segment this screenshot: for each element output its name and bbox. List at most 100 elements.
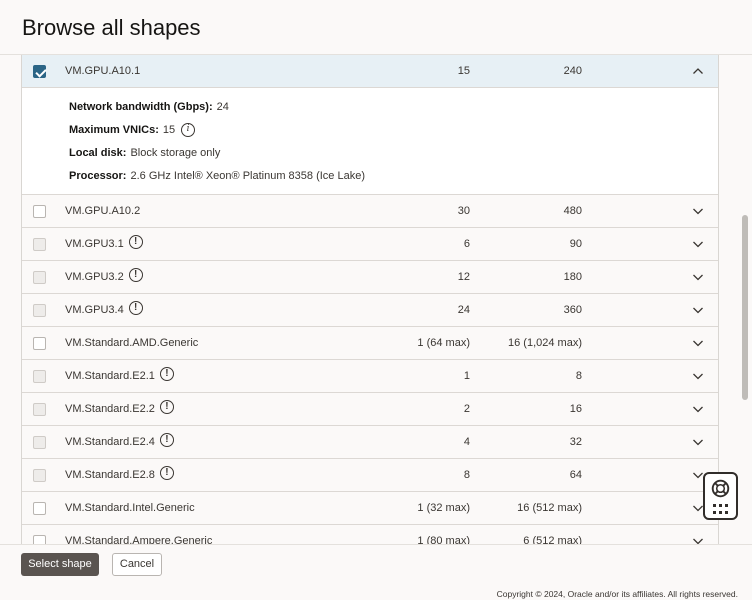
memory-value: 32 [569, 436, 582, 448]
ocpu-count: 2 [464, 403, 470, 415]
maximum-vnics-value: 15 [162, 124, 176, 136]
shape-name: VM.Standard.E2.8! [65, 465, 174, 481]
chevron-down-icon[interactable] [692, 403, 704, 415]
ocpu-max: (80 max) [426, 535, 470, 544]
ocpu-value: 1 [463, 370, 470, 382]
shape-name-label: VM.GPU3.4 [65, 304, 124, 316]
shape-name: VM.GPU3.2! [65, 267, 143, 283]
memory-value: 16 [517, 502, 530, 514]
memory-max: (512 max) [532, 535, 582, 544]
row-checkbox[interactable] [33, 502, 46, 515]
shape-name-label: VM.GPU.A10.2 [65, 205, 141, 217]
grid-icon [713, 504, 729, 515]
ocpu-count: 30 [458, 205, 470, 217]
ocpu-count: 12 [458, 271, 470, 283]
table-row[interactable]: VM.GPU.A10.2 30 480 [22, 195, 718, 228]
chevron-down-icon[interactable] [692, 370, 704, 382]
row-checkbox [33, 238, 46, 251]
network-bandwidth-label: Network bandwidth (Gbps): [69, 101, 213, 113]
copyright-text: Copyright © 2024, Oracle and/or its affi… [496, 589, 738, 599]
ocpu-value: 4 [463, 436, 470, 448]
chevron-down-icon[interactable] [692, 304, 704, 316]
ocpu-value: 24 [457, 304, 470, 316]
memory-value: 6 [523, 535, 530, 544]
shape-name: VM.Standard.E2.4! [65, 432, 174, 448]
row-checkbox[interactable] [33, 535, 46, 544]
row-checkbox [33, 436, 46, 449]
exclamation-circle-icon[interactable]: ! [128, 234, 143, 249]
row-checkbox [33, 403, 46, 416]
local-disk-label: Local disk: [69, 147, 127, 159]
memory-value: 64 [569, 469, 582, 481]
shape-name: VM.Standard.E2.1! [65, 366, 174, 382]
ocpu-value: 1 [417, 337, 424, 349]
exclamation-circle-icon[interactable]: ! [159, 399, 174, 414]
memory-amount: 6 (512 max) [523, 535, 582, 544]
help-widget[interactable] [703, 472, 738, 520]
memory-value: 16 [507, 337, 521, 349]
chevron-down-icon[interactable] [692, 205, 704, 217]
cancel-button[interactable]: Cancel [112, 553, 162, 576]
ocpu-value: 12 [457, 271, 470, 283]
ocpu-count: 6 [464, 238, 470, 250]
shape-name: VM.Standard.E2.2! [65, 399, 174, 415]
memory-value: 8 [575, 370, 582, 382]
row-checkbox[interactable] [33, 337, 46, 350]
row-checkbox[interactable] [33, 65, 46, 78]
chevron-up-icon[interactable] [692, 65, 704, 77]
chevron-down-icon[interactable] [692, 271, 704, 283]
chevron-down-icon[interactable] [692, 238, 704, 250]
chevron-down-icon[interactable] [692, 337, 704, 349]
exclamation-circle-icon[interactable]: ! [128, 300, 143, 315]
table-row[interactable]: VM.GPU.A10.1 15 240 [22, 55, 718, 88]
memory-value: 360 [563, 304, 582, 316]
shape-details: Network bandwidth (Gbps): 24 Maximum VNICs… [22, 88, 718, 195]
ocpu-value: 30 [457, 205, 470, 217]
shape-name: VM.GPU3.4! [65, 300, 143, 316]
table-row[interactable]: VM.Standard.E2.8! 8 64 [22, 459, 718, 492]
ocpu-count: 8 [464, 469, 470, 481]
shape-name: VM.GPU.A10.1 [65, 65, 140, 77]
exclamation-circle-icon[interactable]: ! [159, 432, 174, 447]
exclamation-circle-icon[interactable]: ! [159, 366, 174, 381]
memory-amount: 16 [570, 403, 582, 415]
ocpu-count: 1 (80 max) [417, 535, 470, 544]
table-row[interactable]: VM.Standard.E2.4! 4 32 [22, 426, 718, 459]
table-row[interactable]: VM.Standard.Ampere.Generic 1 (80 max) 6 (5… [22, 525, 718, 544]
table-row[interactable]: VM.Standard.E2.2! 2 16 [22, 393, 718, 426]
memory-value: 180 [563, 271, 582, 283]
row-checkbox[interactable] [33, 205, 46, 218]
ocpu-count: 1 [464, 370, 470, 382]
shape-name-label: VM.GPU.A10.1 [65, 65, 141, 77]
row-checkbox [33, 370, 46, 383]
shapes-list-area[interactable]: VM.GPU.A10.1 15 240 Network bandwidth (Gbps… [0, 55, 740, 544]
ocpu-value: 6 [463, 238, 470, 250]
exclamation-circle-icon[interactable]: ! [128, 267, 143, 282]
table-row[interactable]: VM.Standard.AMD.Generic 1 (64 max) 16 (1,0… [22, 327, 718, 360]
info-circle-icon[interactable]: i [181, 123, 196, 137]
table-row[interactable]: VM.Standard.Intel.Generic 1 (32 max) 16 (5… [22, 492, 718, 525]
table-row[interactable]: VM.GPU3.4! 24 360 [22, 294, 718, 327]
memory-value: 480 [563, 205, 582, 217]
table-row[interactable]: VM.Standard.E2.1! 1 8 [22, 360, 718, 393]
processor-value: 2.6 GHz Intel® Xeon® Platinum 8358 (Ice … [130, 170, 365, 182]
chevron-down-icon[interactable] [692, 535, 704, 544]
shape-name: VM.Standard.Intel.Generic [65, 502, 195, 514]
chevron-down-icon[interactable] [692, 436, 704, 448]
lifebuoy-icon [711, 479, 730, 498]
shape-name-label: VM.Standard.Intel.Generic [65, 502, 195, 514]
shape-name-label: VM.Standard.E2.2 [65, 403, 155, 415]
row-checkbox [33, 271, 46, 284]
memory-amount: 32 [570, 436, 582, 448]
scrollbar[interactable] [742, 215, 748, 400]
shape-name: VM.GPU3.1! [65, 234, 143, 250]
select-shape-button[interactable]: Select shape [21, 553, 99, 576]
table-row[interactable]: VM.GPU3.2! 12 180 [22, 261, 718, 294]
processor-label: Processor: [69, 170, 127, 182]
ocpu-count: 24 [458, 304, 470, 316]
shape-name-label: VM.Standard.E2.8 [65, 469, 155, 481]
shapes-list: VM.GPU.A10.1 15 240 Network bandwidth (Gbps… [21, 55, 719, 544]
table-row[interactable]: VM.GPU3.1! 6 90 [22, 228, 718, 261]
exclamation-circle-icon[interactable]: ! [159, 465, 174, 480]
memory-max: (1,024 max) [523, 337, 582, 349]
